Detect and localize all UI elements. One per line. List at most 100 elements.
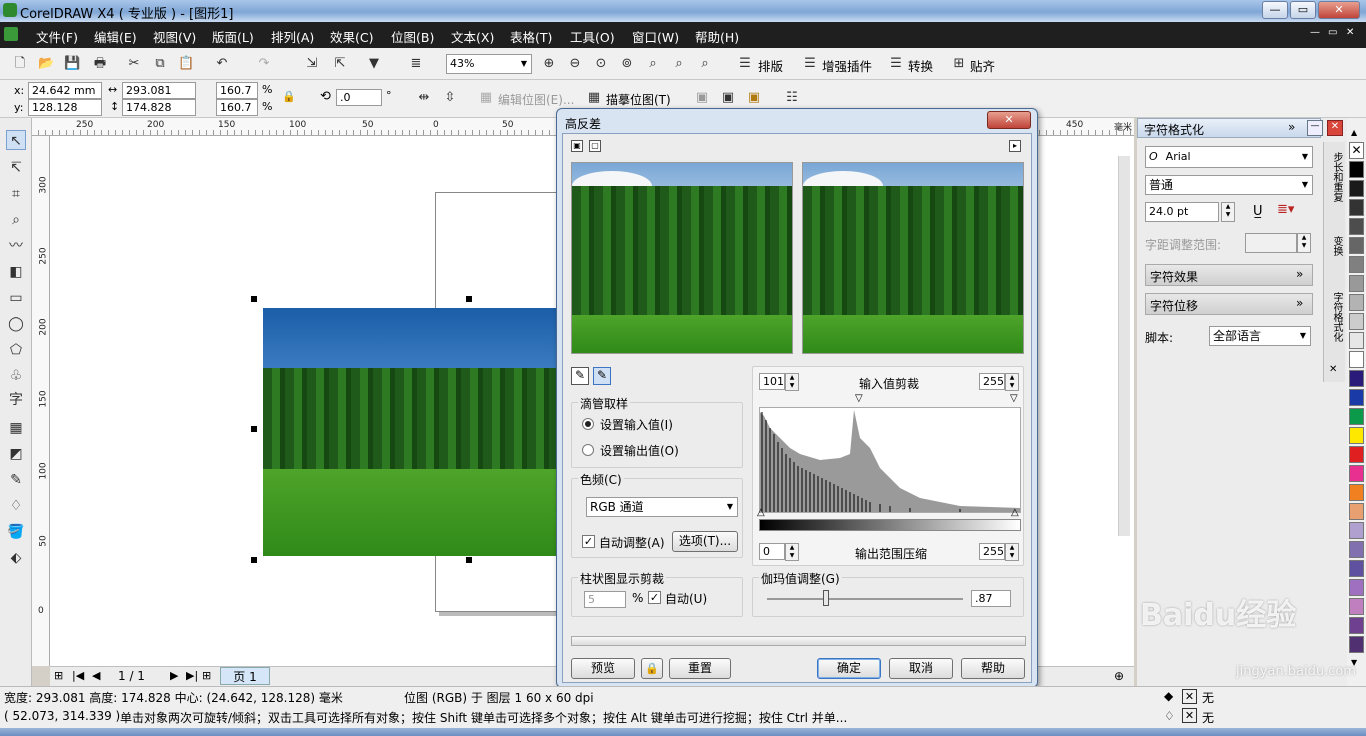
print-icon[interactable]: 🖶 — [92, 56, 108, 72]
interactive-fill-tool-icon[interactable]: ⬖ — [6, 548, 26, 568]
basic-shapes-tool-icon[interactable]: ♧ — [6, 366, 26, 386]
new-icon[interactable]: 🗋 — [12, 56, 28, 72]
auto-adjust-checkbox[interactable]: ✓ — [582, 535, 595, 548]
white-dropper-icon[interactable]: ✎ — [593, 367, 611, 385]
color-swatch[interactable] — [1349, 636, 1364, 653]
color-swatch[interactable] — [1349, 199, 1364, 216]
side-tab-close-icon[interactable]: ✕ — [1329, 364, 1337, 375]
add-page-icon[interactable]: ⊞ — [54, 669, 63, 682]
polygon-tool-icon[interactable]: ⬠ — [6, 340, 26, 360]
color-swatch[interactable] — [1349, 180, 1364, 197]
input-min-spinner[interactable]: ▲ ▼ — [785, 373, 799, 391]
underline-icon[interactable]: U̲ — [1253, 204, 1263, 219]
color-swatch[interactable] — [1349, 579, 1364, 596]
menu-help[interactable]: 帮助(H) — [695, 27, 739, 46]
output-min-slider-icon[interactable]: △ — [757, 507, 765, 518]
color-swatch[interactable] — [1349, 446, 1364, 463]
color-swatch[interactable] — [1349, 465, 1364, 482]
x-field[interactable]: 24.642 mm — [28, 82, 102, 99]
eyedropper-tool-icon[interactable]: ✎ — [6, 470, 26, 490]
input-min-field[interactable]: 101 — [759, 373, 785, 390]
zoom-selected-icon[interactable]: ⊙ — [593, 56, 609, 72]
selection-handle[interactable] — [251, 296, 257, 302]
bitmap-image[interactable] — [263, 308, 563, 556]
scale-y-field[interactable]: 160.7 — [216, 99, 258, 116]
output-max-slider-icon[interactable]: △ — [1011, 507, 1019, 518]
side-tab-step-repeat[interactable]: 步长和重复 — [1328, 152, 1342, 202]
docker-expand-icon[interactable]: » — [1288, 120, 1295, 134]
selection-handle[interactable] — [251, 426, 257, 432]
bitmap-color-mask-icon[interactable]: ▣ — [746, 90, 762, 106]
color-swatch[interactable] — [1349, 408, 1364, 425]
color-swatch[interactable] — [1349, 484, 1364, 501]
char-shift-section[interactable]: 字符位移 » — [1145, 293, 1313, 315]
close-button[interactable]: ✕ — [1318, 1, 1360, 19]
cancel-button[interactable]: 取消 — [889, 658, 953, 679]
app-launcher-icon[interactable]: ≣ — [408, 56, 424, 72]
channel-select[interactable]: RGB 通道 ▼ — [586, 497, 738, 517]
text-tool-icon[interactable]: 字 — [6, 390, 26, 410]
no-color-swatch[interactable]: ✕ — [1349, 142, 1364, 159]
outline-none-swatch[interactable]: ✕ — [1182, 708, 1197, 723]
interactive-blend-tool-icon[interactable]: ◩ — [6, 444, 26, 464]
selection-handle[interactable] — [466, 557, 472, 563]
menu-file[interactable]: 文件(F) — [36, 27, 78, 46]
doc-restore-icon[interactable]: ▭ — [1328, 27, 1337, 38]
two-pane-view-icon[interactable]: ▣ — [571, 140, 583, 152]
color-swatch[interactable] — [1349, 237, 1364, 254]
rotation-field[interactable]: .0 — [336, 89, 382, 106]
black-dropper-icon[interactable]: ✎ — [571, 367, 589, 385]
maximize-button[interactable]: ▭ — [1290, 1, 1316, 19]
size-spinner[interactable]: ▲ ▼ — [1221, 202, 1235, 222]
doc-minimize-icon[interactable]: — — [1310, 27, 1320, 38]
table-tool-icon[interactable]: ▦ — [6, 418, 26, 438]
smart-fill-tool-icon[interactable]: ◧ — [6, 262, 26, 282]
undo-icon[interactable]: ↶ — [214, 56, 230, 72]
color-swatch[interactable] — [1349, 370, 1364, 387]
navigator-icon[interactable]: ⊕ — [1114, 669, 1124, 683]
menu-text[interactable]: 文本(X) — [451, 27, 494, 46]
gamma-slider-thumb[interactable] — [822, 590, 829, 606]
vertical-scrollbar[interactable] — [1118, 156, 1130, 536]
preview-button[interactable]: 预览 — [571, 658, 635, 679]
mirror-v-icon[interactable]: ⇳ — [442, 90, 458, 106]
next-page-icon[interactable]: ▶ — [170, 669, 178, 682]
doc-close-icon[interactable]: ✕ — [1346, 27, 1354, 38]
zoom-all-icon[interactable]: ⊚ — [619, 56, 635, 72]
output-min-spinner[interactable]: ▲ ▼ — [785, 543, 799, 561]
edit-bitmap-button[interactable]: 编辑位图(E)... — [498, 91, 574, 108]
add-page-after-icon[interactable]: ⊞ — [202, 669, 211, 682]
lock-ratio-icon[interactable]: 🔒 — [282, 90, 296, 103]
color-swatch[interactable] — [1349, 541, 1364, 558]
y-field[interactable]: 128.128 mm — [28, 99, 102, 129]
color-swatch[interactable] — [1349, 275, 1364, 292]
docker-minimize-icon[interactable]: — — [1307, 120, 1323, 136]
zoom-page-icon[interactable]: ⌕ — [645, 56, 661, 72]
menu-edit[interactable]: 编辑(E) — [94, 27, 137, 46]
ok-button[interactable]: 确定 — [817, 658, 881, 679]
open-icon[interactable]: 📂 — [38, 56, 54, 72]
set-output-radio[interactable] — [582, 444, 594, 456]
docker-close-icon[interactable]: ✕ — [1327, 120, 1343, 136]
height-field[interactable]: 174.828 mm — [122, 99, 196, 129]
color-swatch[interactable] — [1349, 522, 1364, 539]
input-max-slider-icon[interactable]: ▽ — [1010, 393, 1018, 404]
script-select[interactable]: 全部语言 ▼ — [1209, 326, 1311, 346]
spacing-field[interactable] — [1245, 233, 1297, 253]
output-max-spinner[interactable]: ▲ ▼ — [1005, 543, 1019, 561]
resample-icon[interactable]: ▣ — [720, 90, 736, 106]
menu-view[interactable]: 视图(V) — [153, 27, 196, 46]
cut-icon[interactable]: ✂ — [126, 56, 142, 72]
color-swatch[interactable] — [1349, 218, 1364, 235]
color-swatch[interactable] — [1349, 560, 1364, 577]
menu-tools[interactable]: 工具(O) — [570, 27, 615, 46]
zoom-select[interactable]: 43% ▼ — [446, 54, 532, 74]
prev-page-icon[interactable]: ◀ — [92, 669, 100, 682]
input-min-slider-icon[interactable]: ▽ — [855, 393, 863, 404]
freehand-tool-icon[interactable]: 〰 — [6, 236, 26, 256]
input-max-spinner[interactable]: ▲ ▼ — [1005, 373, 1019, 391]
menu-bitmaps[interactable]: 位图(B) — [391, 27, 434, 46]
snap-button[interactable]: 贴齐 — [970, 56, 995, 75]
menu-table[interactable]: 表格(T) — [510, 27, 552, 46]
result-preview[interactable] — [802, 162, 1024, 354]
